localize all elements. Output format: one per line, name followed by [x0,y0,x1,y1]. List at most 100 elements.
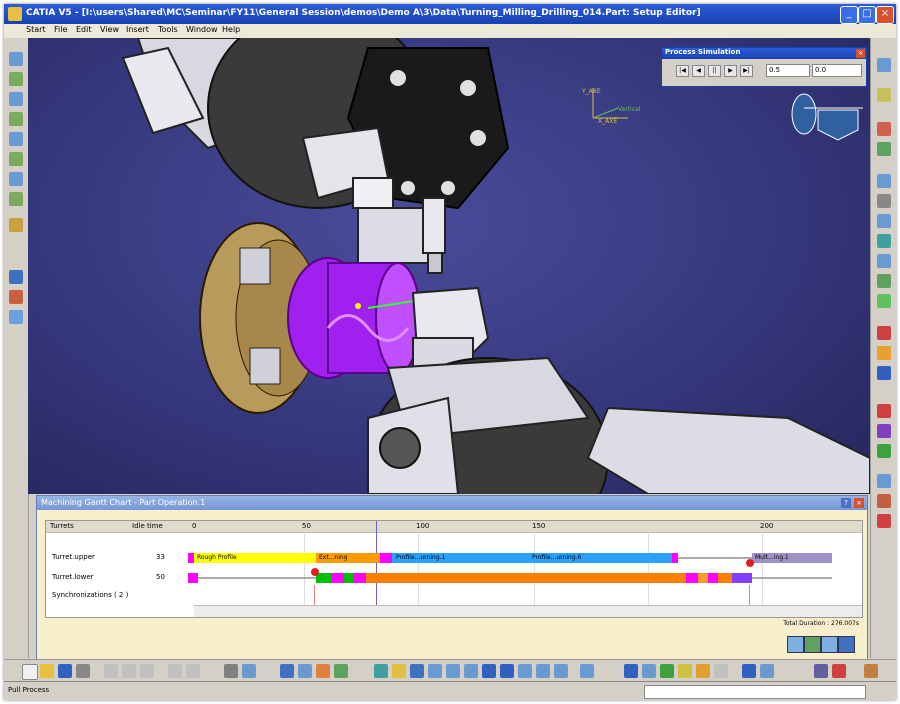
product-icon[interactable] [298,664,312,678]
zoom-area-icon[interactable] [446,664,460,678]
sim-play-button[interactable]: ▶ [724,65,737,77]
zoom-icon[interactable] [428,664,442,678]
maximize-button[interactable]: □ [858,6,876,24]
tree-icon[interactable] [814,664,828,678]
synchronize-icon[interactable] [9,290,23,304]
op-bar-lower-main[interactable] [366,573,686,583]
drill-icon[interactable] [9,192,23,206]
sync-marker[interactable] [746,559,754,567]
menu-file[interactable]: File [54,25,67,34]
groove-icon[interactable] [9,132,23,146]
cube-icon[interactable] [877,254,891,268]
sim-first-button[interactable]: |◀ [676,65,689,77]
collision-icon[interactable] [642,664,656,678]
gear-icon[interactable] [877,514,891,528]
analysis-icon[interactable] [877,122,891,136]
normal-view-icon[interactable] [482,664,496,678]
box-icon[interactable] [877,214,891,228]
close-button[interactable]: × [876,6,894,24]
undo-icon[interactable] [168,664,182,678]
thread-icon[interactable] [9,172,23,186]
swap-icon[interactable] [554,664,568,678]
op-bar[interactable] [698,573,708,583]
gantt-horizontal-scrollbar[interactable] [194,605,862,617]
machine-icon[interactable] [9,52,23,66]
view-icon[interactable] [877,174,891,188]
layer-icon[interactable] [580,664,594,678]
export-icon[interactable] [877,474,891,488]
compass-right[interactable] [817,109,859,141]
sequence-icon[interactable] [9,270,23,284]
print-icon[interactable] [76,664,90,678]
sim-back-button[interactable]: ◀ [692,65,705,77]
select-icon[interactable] [224,664,238,678]
zoom-in-icon[interactable] [787,636,804,653]
material-icon[interactable] [877,294,891,308]
sim-speed-field[interactable]: 0.5 [766,64,810,77]
gantt-icon[interactable] [9,310,23,324]
new-file-icon[interactable] [22,664,38,680]
menu-view[interactable]: View [100,25,119,34]
sim-time-field[interactable]: 0.0 [812,64,862,77]
op-bar[interactable] [354,573,366,583]
fit-icon[interactable] [464,664,478,678]
op-bar[interactable] [718,573,732,583]
report-icon[interactable] [877,494,891,508]
op-bar[interactable] [732,573,752,583]
grid-icon[interactable] [877,274,891,288]
measure-icon[interactable] [877,88,891,102]
replay-icon[interactable] [877,366,891,380]
menu-insert[interactable]: Insert [126,25,149,34]
op-bar[interactable] [188,573,198,583]
op-bar[interactable] [708,573,718,583]
sim-pause-button[interactable]: || [708,65,721,77]
copy-icon[interactable] [122,664,136,678]
globe-icon[interactable] [877,444,891,458]
menu-start[interactable]: Start [26,25,46,34]
process-simulation-close-icon[interactable]: × [856,49,865,58]
macro-icon[interactable] [832,664,846,678]
hide-show-icon[interactable] [536,664,550,678]
cut-icon[interactable] [104,664,118,678]
gantt-close-button[interactable]: × [854,498,864,508]
menu-edit[interactable]: Edit [76,25,92,34]
command-input[interactable] [644,685,866,699]
op-bar-rough-profile[interactable]: Rough Profile [194,553,316,563]
options-icon[interactable] [864,664,878,678]
op-bar-profile[interactable]: Profile...urning.1 Profile...urning.6 [392,553,672,563]
output-icon[interactable] [714,664,728,678]
line-icon[interactable] [877,194,891,208]
simulation-icon[interactable] [624,664,638,678]
compass-left[interactable] [791,93,817,135]
gantt-help-button[interactable]: ? [841,498,851,508]
roughing-icon[interactable] [9,112,23,126]
tool-path-icon[interactable] [660,664,674,678]
op-bar-multi[interactable]: Mult...ing.1 [752,553,832,563]
rotate-icon[interactable] [392,664,406,678]
process-icon[interactable] [280,664,294,678]
op-bar[interactable] [332,573,344,583]
zoom-out-icon[interactable] [804,636,821,653]
stop-icon[interactable] [877,326,891,340]
profile-finish-icon[interactable] [9,152,23,166]
video-icon[interactable] [877,404,891,418]
catia-app-icon[interactable] [8,7,22,21]
op-bar[interactable] [344,573,354,583]
time-cursor[interactable] [376,521,377,617]
tool-icon[interactable] [9,218,23,232]
doc-icon[interactable] [760,664,774,678]
table-icon[interactable] [742,664,756,678]
sync-marker[interactable] [311,568,319,576]
render-icon[interactable] [518,664,532,678]
pan-icon[interactable] [374,664,388,678]
manufacturing-program-icon[interactable] [9,92,23,106]
check-icon[interactable] [877,142,891,156]
3d-viewport[interactable]: Y_AXE X_AXE Vertical [28,38,870,494]
color-icon[interactable] [877,424,891,438]
cutting-icon[interactable] [678,664,692,678]
op-bar[interactable] [316,573,332,583]
op-bar[interactable] [686,573,698,583]
pause-icon[interactable] [877,346,891,360]
minimize-button[interactable]: _ [840,6,858,24]
part-operation-icon[interactable] [9,72,23,86]
